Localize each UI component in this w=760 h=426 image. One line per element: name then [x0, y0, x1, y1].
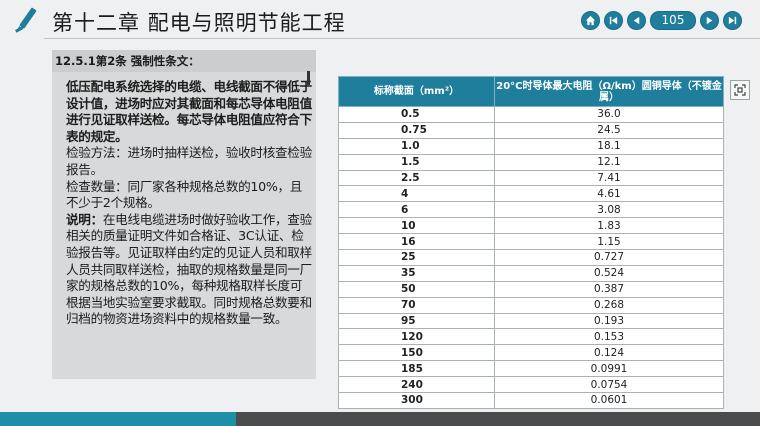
table-row: 300 0.0601	[338, 392, 724, 409]
cell-size: 4	[338, 185, 495, 203]
cell-size: 25	[338, 249, 495, 266]
table-row: 240 0.0754	[338, 376, 724, 394]
cell-size: 70	[338, 296, 495, 314]
cell-size: 35	[338, 264, 495, 282]
slide-navigation: 105	[577, 11, 742, 30]
cell-size: 185	[338, 360, 495, 378]
table-row: 50 0.387	[338, 280, 724, 298]
table-row: 1.5 12.1	[338, 153, 724, 171]
cell-resistance: 0.0991	[494, 360, 724, 378]
prev-page-icon	[633, 16, 640, 25]
table-row: 95 0.193	[338, 312, 724, 330]
clause-heading: 12.5.1第2条 强制性条文：	[55, 54, 200, 68]
header-bar: 第十二章 配电与照明节能工程 105	[0, 0, 760, 40]
last-page-button[interactable]	[723, 11, 742, 30]
column-header-size: 标称截面（mm²）	[338, 76, 495, 107]
cell-size: 0.5	[338, 106, 495, 123]
cell-size: 300	[338, 392, 495, 409]
text-cursor	[307, 71, 310, 85]
cell-size: 120	[338, 328, 495, 346]
first-page-button[interactable]	[604, 11, 623, 30]
home-icon	[585, 15, 596, 26]
text-panel: 12.5.1第2条 强制性条文： 低压配电系统选择的电缆、电线截面不得低于设计值…	[52, 50, 316, 379]
footer-accent	[0, 412, 236, 426]
cell-resistance: 4.61	[494, 185, 724, 203]
inspection-quantity-text: 检查数量：同厂家各种规格总数的10%，且不少于2个规格。	[66, 178, 303, 211]
next-page-button[interactable]	[700, 11, 719, 30]
table-body: 0.5 36.0 0.75 24.5 1.0 18.1 1.5 12.1 2.5 7.41 4 4.6…	[338, 106, 724, 409]
page-title: 第十二章 配电与照明节能工程	[52, 11, 346, 35]
cell-resistance: 3.08	[494, 201, 724, 219]
table-row: 10 1.83	[338, 217, 724, 235]
table-row: 1.0 18.1	[338, 137, 724, 155]
cell-resistance: 0.153	[494, 328, 724, 346]
prev-page-button[interactable]	[627, 11, 646, 30]
note-label: 说明：	[66, 211, 103, 227]
table-row: 150 0.124	[338, 344, 724, 362]
cell-resistance: 18.1	[494, 137, 724, 155]
fullscreen-button[interactable]	[730, 80, 750, 100]
note-paragraph: 说明：在电线电缆进场时做好验收工作，查验相关的质量证明文件如合格证、3C认证、检…	[66, 212, 312, 328]
mandatory-clause-text: 低压配电系统选择的电缆、电线截面不得低于设计值，进场时应对其截面和每芯导体电阻值…	[66, 79, 312, 144]
text-panel-body: 低压配电系统选择的电缆、电线截面不得低于设计值，进场时应对其截面和每芯导体电阻值…	[66, 79, 312, 328]
table-row: 0.75 24.5	[338, 121, 724, 139]
cell-size: 10	[338, 217, 495, 235]
cell-resistance: 7.41	[494, 169, 724, 187]
table-header-row: 标称截面（mm²） 20°C时导体最大电阻（Ω/km）圆铜导体（不镀金属）	[338, 76, 724, 107]
cell-size: 150	[338, 344, 495, 362]
column-header-resistance: 20°C时导体最大电阻（Ω/km）圆铜导体（不镀金属）	[494, 76, 724, 107]
table-row: 16 1.15	[338, 233, 724, 251]
cell-size: 1.0	[338, 137, 495, 155]
last-page-icon	[728, 16, 737, 25]
fullscreen-icon	[734, 84, 746, 96]
cell-resistance: 0.124	[494, 344, 724, 362]
cell-resistance: 0.727	[494, 249, 724, 266]
cell-resistance: 0.524	[494, 264, 724, 282]
cell-resistance: 24.5	[494, 121, 724, 139]
cell-size: 95	[338, 312, 495, 330]
table-row: 120 0.153	[338, 328, 724, 346]
table-row: 25 0.727	[338, 249, 724, 266]
cell-resistance: 1.83	[494, 217, 724, 235]
cell-resistance: 0.0601	[494, 392, 724, 409]
table-row: 4 4.61	[338, 185, 724, 203]
cell-size: 0.75	[338, 121, 495, 139]
first-page-icon	[609, 16, 618, 25]
resistance-table: 标称截面（mm²） 20°C时导体最大电阻（Ω/km）圆铜导体（不镀金属） 0.…	[338, 76, 724, 409]
table-row: 6 3.08	[338, 201, 724, 219]
table-row: 35 0.524	[338, 264, 724, 282]
header-divider	[44, 38, 760, 39]
table-row: 0.5 36.0	[338, 106, 724, 123]
cell-size: 16	[338, 233, 495, 251]
table-row: 2.5 7.41	[338, 169, 724, 187]
cell-size: 50	[338, 280, 495, 298]
cell-size: 2.5	[338, 169, 495, 187]
table-row: 70 0.268	[338, 296, 724, 314]
cell-resistance: 1.15	[494, 233, 724, 251]
cell-resistance: 36.0	[494, 106, 724, 123]
pencil-logo-icon	[15, 7, 37, 33]
note-text: 在电线电缆进场时做好验收工作，查验相关的质量证明文件如合格证、3C认证、检验报告…	[66, 211, 312, 327]
text-panel-header: 12.5.1第2条 强制性条文：	[52, 50, 316, 72]
resistance-table-container: 标称截面（mm²） 20°C时导体最大电阻（Ω/km）圆铜导体（不镀金属） 0.…	[338, 76, 724, 409]
cell-resistance: 0.268	[494, 296, 724, 314]
inspection-method-text: 检验方法：进场时抽样送检，验收时核查检验报告。	[66, 145, 312, 177]
cell-resistance: 0.193	[494, 312, 724, 330]
cell-resistance: 12.1	[494, 153, 724, 171]
table-row: 185 0.0991	[338, 360, 724, 378]
cell-resistance: 0.387	[494, 280, 724, 298]
cell-size: 240	[338, 376, 495, 394]
cell-size: 6	[338, 201, 495, 219]
cell-resistance: 0.0754	[494, 376, 724, 394]
cell-size: 1.5	[338, 153, 495, 171]
home-button[interactable]	[581, 11, 600, 30]
next-page-icon	[706, 16, 713, 25]
page-number: 105	[650, 11, 696, 30]
